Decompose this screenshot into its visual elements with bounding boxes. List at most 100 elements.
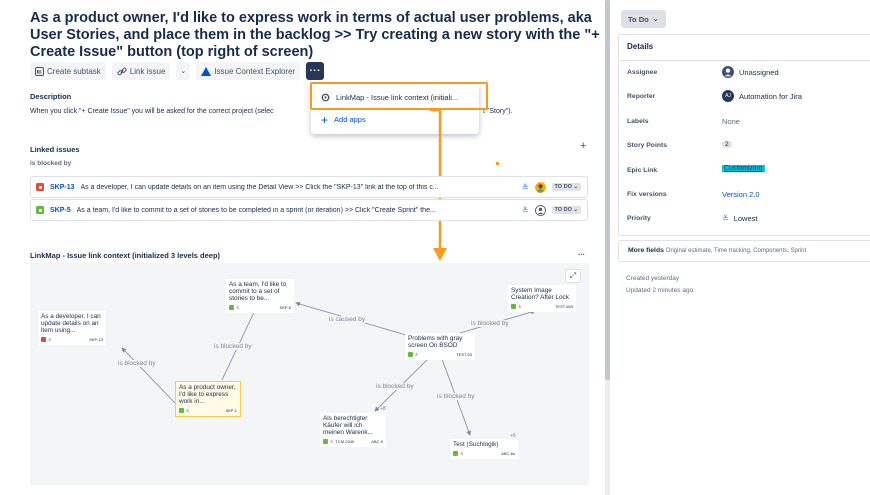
menu-item-add-apps-label: Add apps [334, 115, 366, 124]
status-button-label: To Do [628, 14, 649, 24]
field-value-labels[interactable]: None [722, 117, 740, 126]
link-icon [117, 67, 127, 75]
field-label-story-points: Story Points [627, 142, 668, 149]
linked-issue-row[interactable]: SKP-5 As a team, I'd like to commit to a… [30, 199, 588, 221]
fix-version-value[interactable]: Version 2.0 [722, 190, 760, 199]
more-fields-section[interactable]: More fields Original estimate, Time trac… [618, 240, 870, 262]
story-type-icon [36, 206, 44, 214]
link-issue-button[interactable]: Link issue [111, 62, 171, 80]
field-value-story-points[interactable]: 2 [722, 141, 732, 148]
node-child-count[interactable]: +6 [510, 433, 516, 439]
graph-node-key: SKP-5 [279, 305, 291, 310]
bug-type-icon [36, 183, 44, 191]
node-child-count[interactable]: +8 [380, 406, 386, 412]
edge-label: is blocked by [117, 360, 157, 367]
priority-high-icon: ≙ [330, 439, 334, 444]
scrollbar[interactable] [605, 0, 610, 380]
labels-value: None [722, 117, 740, 126]
edge-label: is blocked by [470, 320, 510, 327]
priority-low-icon: ≚ [186, 408, 190, 413]
details-divider [618, 60, 870, 61]
linked-issue-key[interactable]: SKP-5 [50, 207, 71, 214]
linked-issue-summary[interactable]: As a team, I'd like to commit to a set o… [77, 207, 516, 214]
graph-node-key: TEST-653 [554, 304, 573, 309]
unassigned-avatar-icon [534, 204, 546, 216]
graph-node-key: ABC-6s [501, 451, 515, 456]
description-heading: Description [30, 92, 72, 101]
issue-title[interactable]: As a product owner, I'd like to express … [30, 10, 600, 61]
status-button[interactable]: To Do ⌄ [621, 10, 666, 28]
priority-low-icon: ≚ [521, 205, 529, 215]
field-value-assignee[interactable]: Unassigned [722, 66, 779, 78]
graph-node-title: System Image Creation? After Lock [511, 287, 569, 301]
create-subtask-label: Create subtask [47, 66, 101, 76]
highlight-annotation-box [310, 82, 488, 110]
details-heading[interactable]: Details [627, 42, 653, 51]
field-label-assignee: Assignee [627, 69, 658, 76]
menu-item-add-apps[interactable]: + Add apps [321, 112, 366, 127]
issue-context-explorer-button[interactable]: Issue Context Explorer [196, 62, 301, 80]
graph-node[interactable]: As a team, I'd like to commit to a set o… [226, 279, 294, 313]
graph-node-meta: ≙ TEST-653 [511, 303, 573, 310]
context-explorer-label: Issue Context Explorer [214, 66, 296, 76]
graph-node[interactable]: Problems with gray screen On BSOD ≚ TEST… [405, 333, 475, 360]
graph-node[interactable]: System Image Creation? After Lock ≙ TEST… [508, 285, 576, 312]
linked-issue-key[interactable]: SKP-13 [50, 184, 75, 191]
graph-node-title: As a developer, I can update details on … [41, 313, 101, 334]
description-text-left[interactable]: When you click "+ Create Issue" you will… [30, 108, 274, 115]
expand-icon[interactable]: ⤢ [565, 269, 581, 283]
updated-timestamp: Updated 2 minutes ago [626, 287, 694, 294]
edge-label: is blocked by [436, 393, 476, 400]
graph-node[interactable]: Test (Suchlogik) ≙ ABC-6s [450, 439, 518, 459]
link-issue-dropdown[interactable]: ⌄ [176, 62, 191, 80]
story-points-value: 2 [722, 141, 732, 148]
linkmap-graph[interactable]: is blocked by is blocked by is caused by… [30, 263, 589, 485]
epic-link-value[interactable]: Customizing [722, 165, 765, 172]
graph-node-title: As a product owner, I'd like to express … [179, 384, 236, 405]
graph-node-key: ABC-9 [371, 439, 383, 444]
bug-type-icon [41, 337, 46, 342]
create-subtask-button[interactable]: Create subtask [30, 62, 106, 80]
field-value-priority[interactable]: ≚ Lowest [722, 214, 757, 223]
more-actions-button[interactable]: ... [306, 62, 325, 80]
priority-high-icon: ≙ [518, 304, 522, 309]
graph-node-meta: ≚ SKP-13 [41, 336, 103, 343]
field-label-reporter: Reporter [627, 93, 656, 100]
graph-node[interactable]: As a developer, I can update details on … [38, 311, 106, 345]
avatar: AJ [722, 90, 734, 102]
priority-value: Lowest [733, 214, 758, 223]
avatar [534, 181, 546, 193]
graph-node[interactable]: Als berechtigter Käufer will ich meinen … [320, 413, 386, 447]
field-value-reporter[interactable]: AJ Automation for Jira [722, 90, 802, 102]
field-label-epic-link: Epic Link [627, 167, 658, 174]
linkmap-more-button[interactable]: ... [578, 248, 585, 257]
graph-node-key: TEST-63 [456, 352, 472, 357]
graph-node-title: Test (Suchlogik) [453, 441, 499, 448]
status-lozenge[interactable]: TO DO ⌄ [551, 183, 581, 191]
field-label-priority: Priority [627, 215, 651, 222]
plus-icon: + [321, 112, 329, 127]
field-label-labels: Labels [627, 118, 649, 125]
linkmap-heading: LinkMap - Issue link context (initialize… [30, 251, 221, 260]
edge-label: is blocked by [213, 343, 253, 350]
field-value-fix-versions[interactable]: Version 2.0 [722, 190, 760, 199]
story-type-icon [179, 408, 184, 413]
graph-node-current[interactable]: As a product owner, I'd like to express … [175, 381, 241, 417]
graph-edge [121, 347, 176, 404]
created-timestamp: Created yesterday [626, 275, 680, 282]
graph-node-title: Problems with gray screen On BSOD [408, 335, 463, 349]
linked-issue-row[interactable]: SKP-13 As a developer, I can update deta… [30, 176, 588, 198]
add-linked-issue-button[interactable]: + [580, 140, 586, 152]
linked-issue-summary[interactable]: As a developer, I can update details on … [81, 184, 516, 191]
priority-low-icon: ≚ [236, 305, 240, 310]
edge-label: is blocked by [375, 383, 415, 390]
story-type-icon [323, 439, 328, 444]
assignee-value: Unassigned [739, 67, 779, 77]
priority-high-icon: ≙ [460, 451, 464, 456]
priority-low-icon: ≚ [415, 352, 419, 357]
story-type-icon [408, 352, 413, 357]
status-lozenge[interactable]: TO DO ⌄ [551, 206, 581, 214]
graph-node-meta: ≚ SKP-1 [179, 407, 237, 414]
graph-node-key: SKP-13 [89, 337, 103, 342]
field-value-epic-link[interactable]: Customizing [722, 165, 765, 172]
